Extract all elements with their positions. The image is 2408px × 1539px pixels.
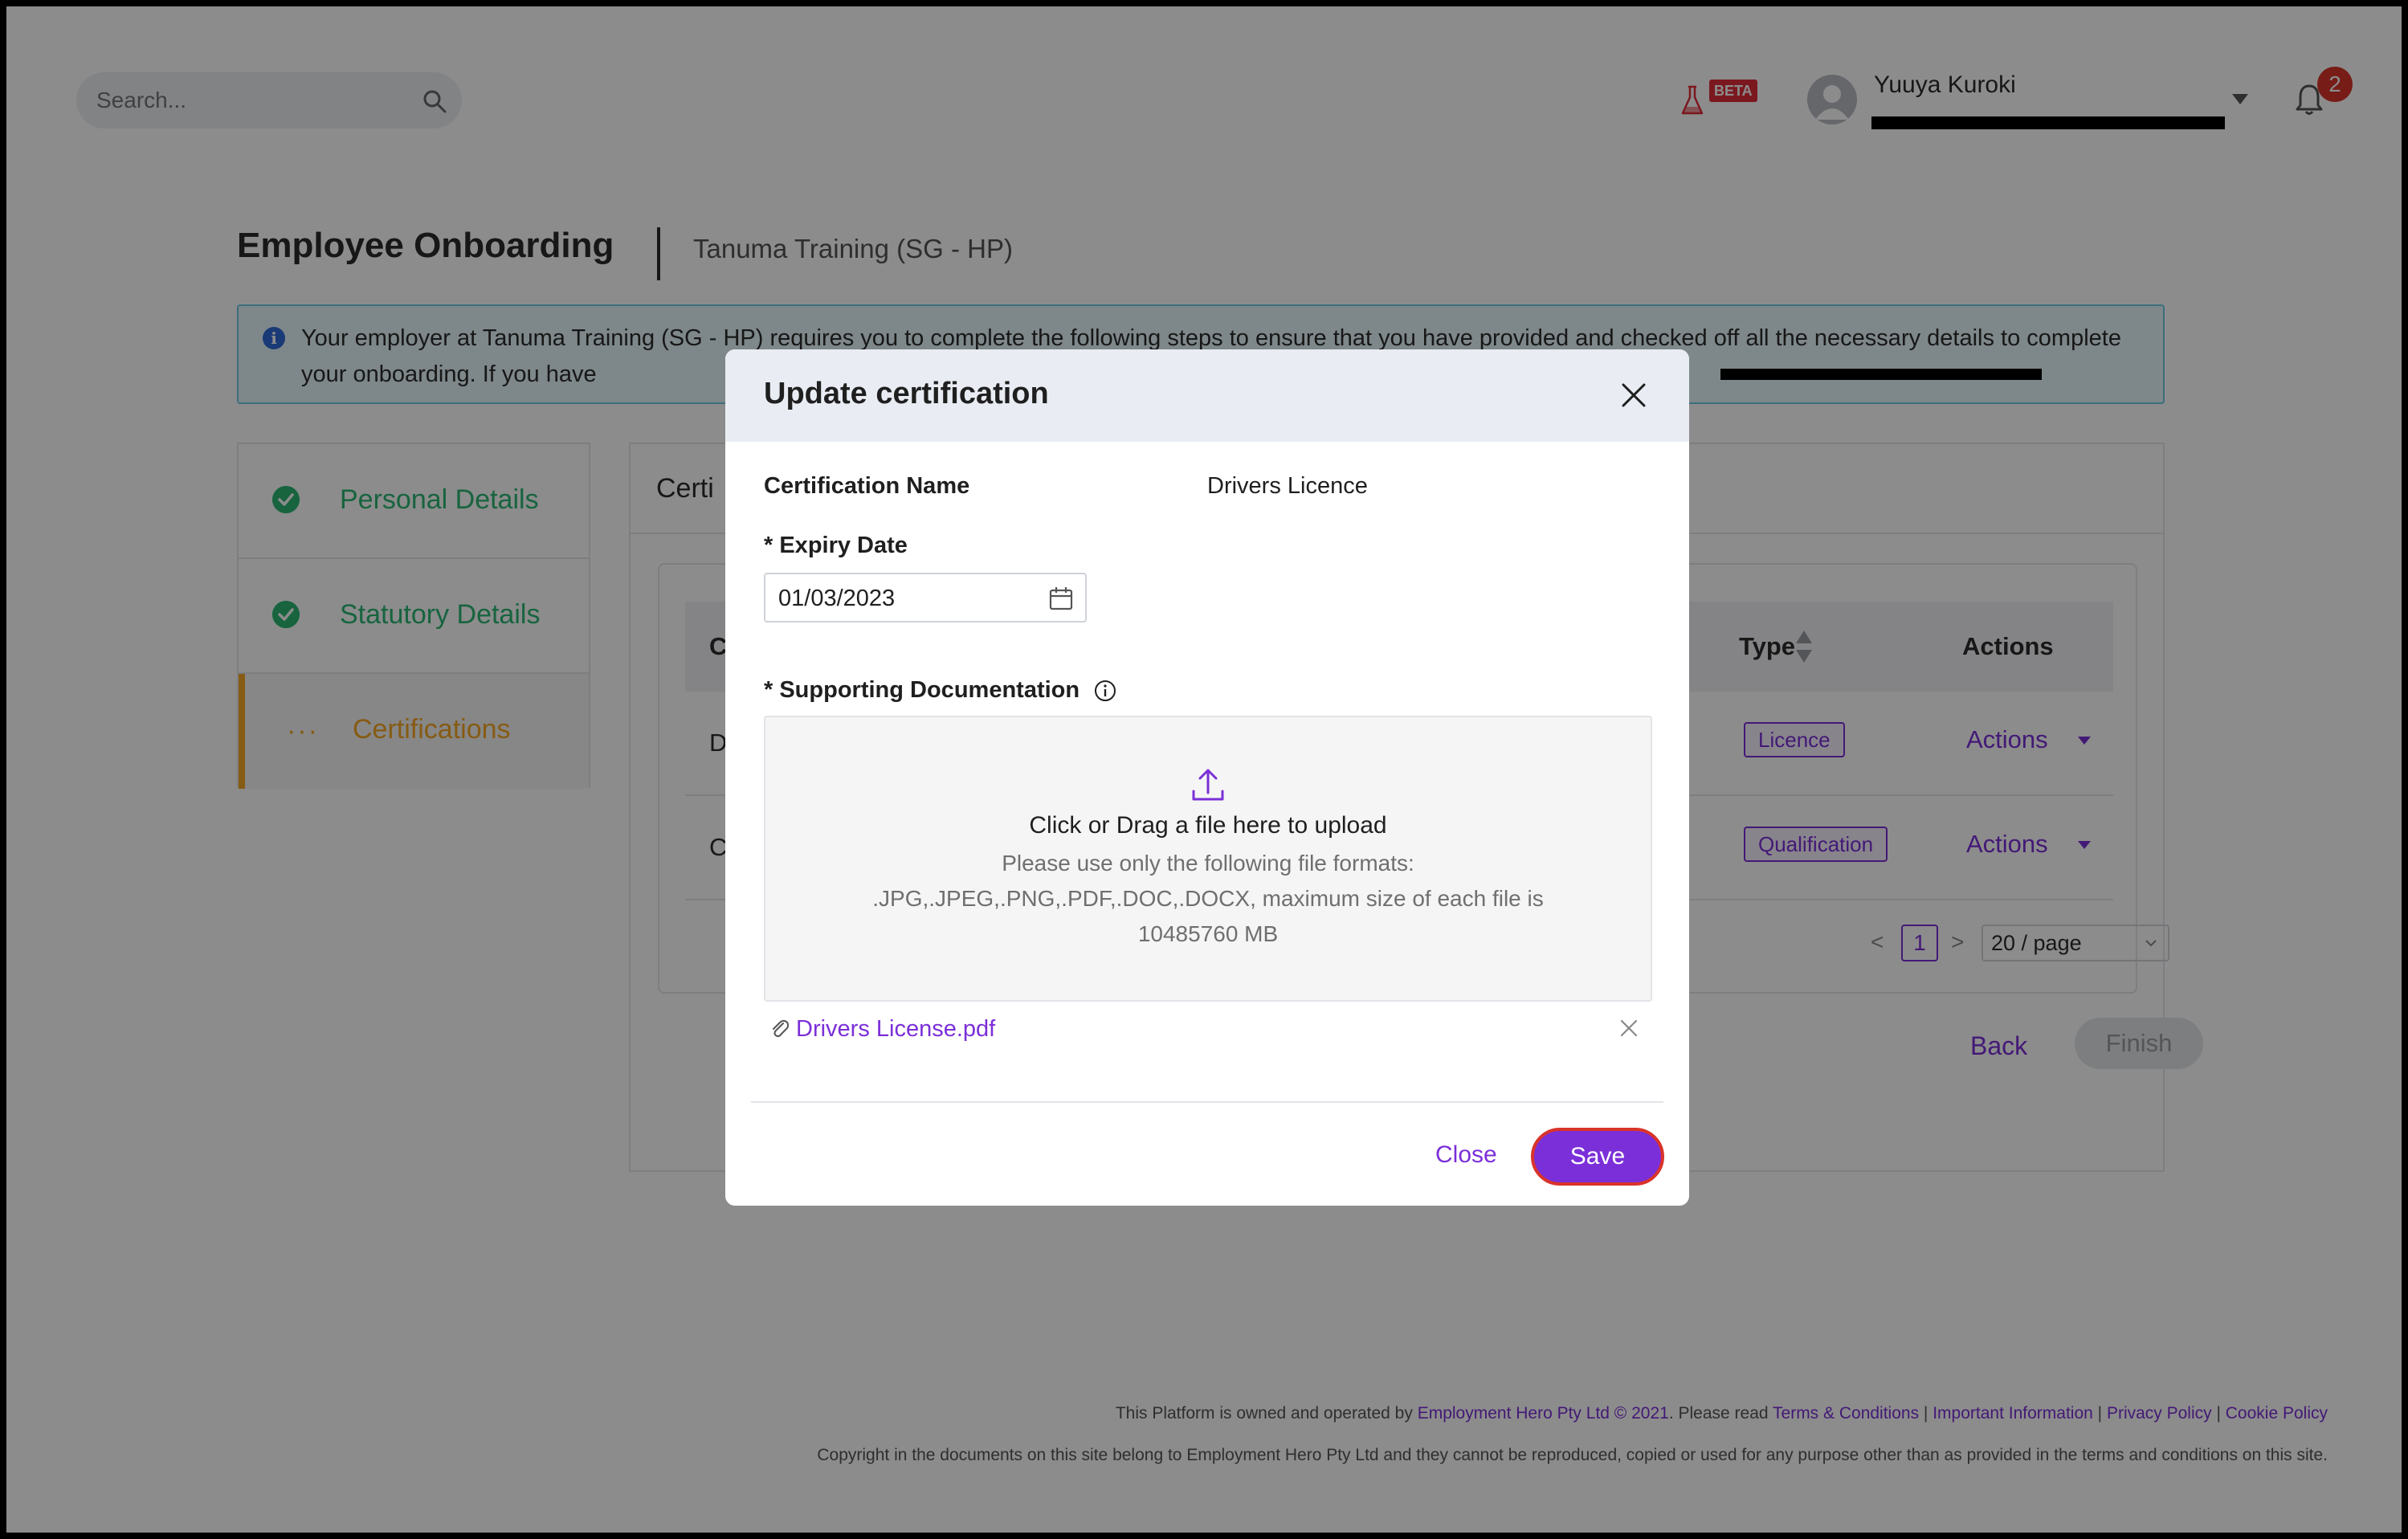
close-icon[interactable]	[1620, 382, 1647, 409]
expiry-date-input[interactable]: 01/03/2023	[764, 573, 1087, 623]
remove-file-icon[interactable]	[1618, 1018, 1639, 1039]
dropzone-instruction: Click or Drag a file here to upload	[1029, 812, 1387, 839]
modal-footer-divider	[751, 1101, 1663, 1103]
update-certification-modal: Update certification Certification Name …	[725, 349, 1689, 1206]
modal-header: Update certification	[725, 349, 1689, 442]
upload-icon	[1192, 769, 1224, 801]
expiry-date-value: 01/03/2023	[778, 586, 896, 611]
save-button[interactable]: Save	[1531, 1128, 1664, 1186]
paperclip-icon	[773, 1019, 790, 1038]
file-dropzone[interactable]: Click or Drag a file here to upload Plea…	[764, 716, 1652, 1002]
certification-name-label: Certification Name	[764, 473, 970, 499]
app-frame: BETA Yuuya Kuroki 2 Employee Onboarding …	[6, 6, 2402, 1533]
info-circle-icon[interactable]	[1093, 679, 1117, 703]
file-name-link[interactable]: Drivers License.pdf	[796, 1016, 995, 1043]
calendar-icon[interactable]	[1048, 586, 1074, 611]
expiry-date-label: * Expiry Date	[764, 533, 908, 558]
certification-name-value: Drivers Licence	[1207, 473, 1368, 499]
supporting-documentation-label: * Supporting Documentation	[764, 677, 1080, 703]
dropzone-file-formats: Please use only the following file forma…	[872, 851, 1544, 946]
close-button[interactable]: Close	[1435, 1141, 1497, 1169]
uploaded-file: Drivers License.pdf	[764, 1010, 1652, 1050]
modal-title: Update certification	[764, 377, 1049, 410]
